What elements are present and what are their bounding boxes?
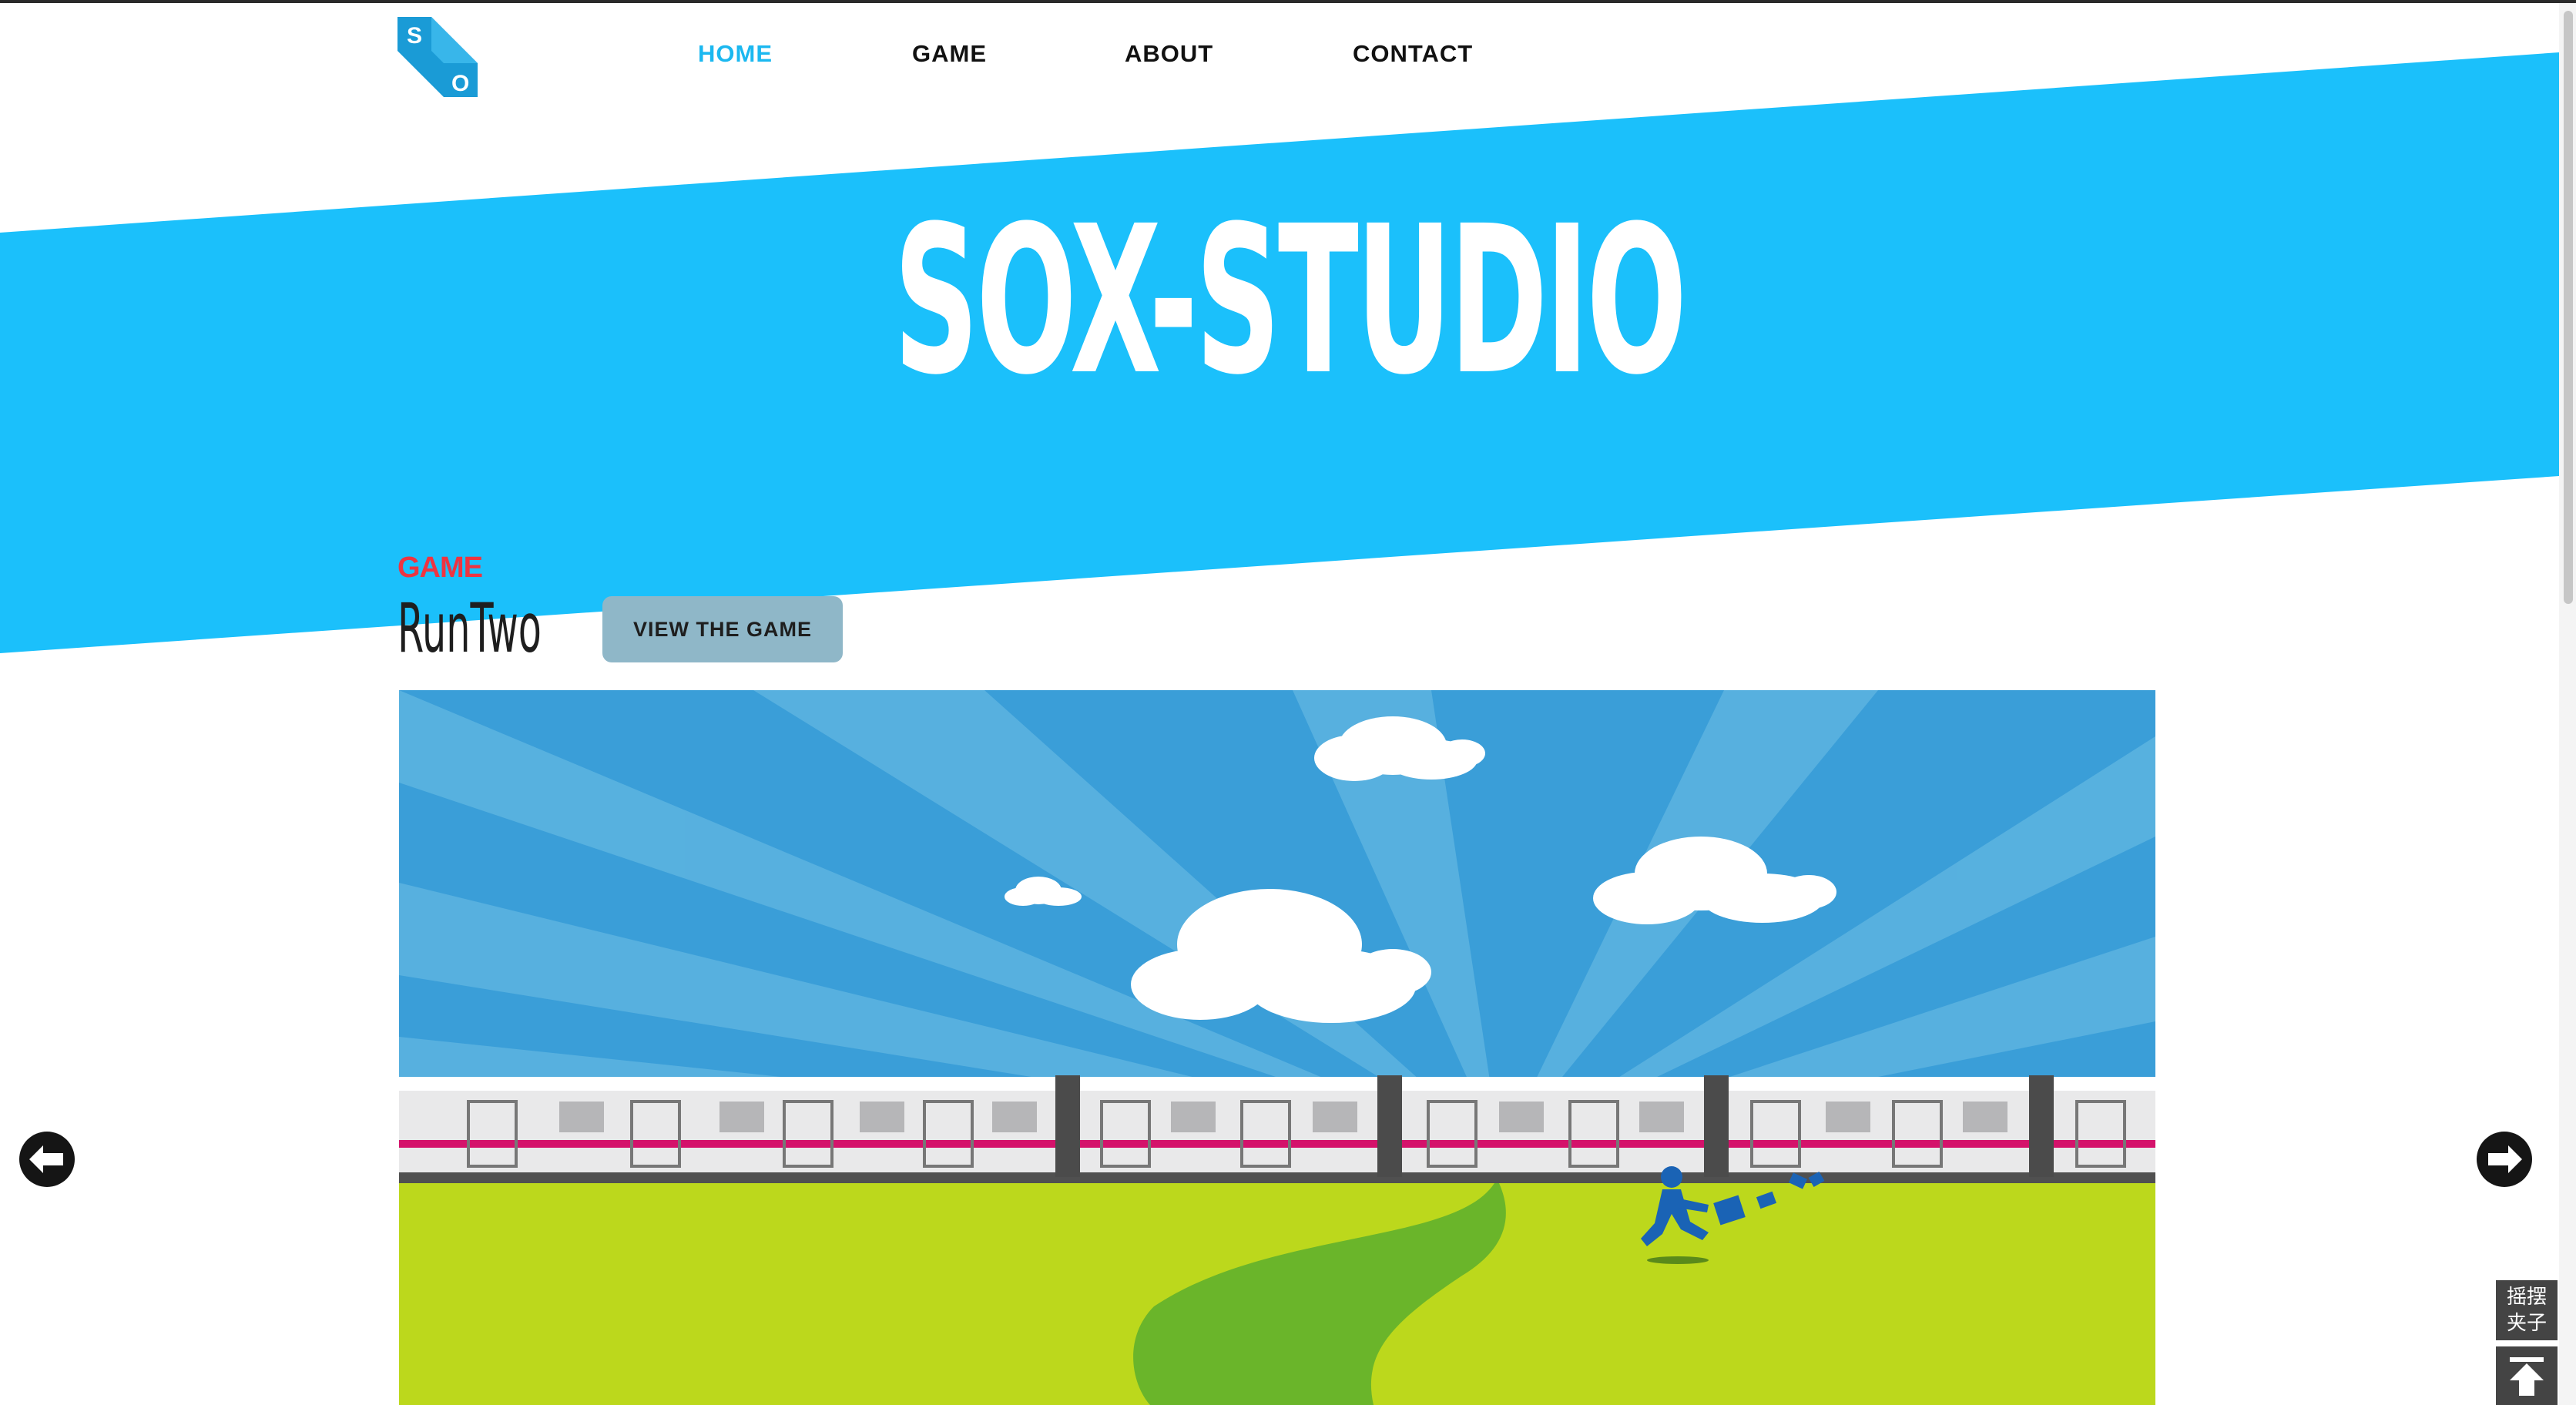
logo-letter-o: O bbox=[451, 71, 469, 96]
carousel-next-button[interactable] bbox=[2474, 1129, 2534, 1189]
scrollbar-thumb[interactable] bbox=[2564, 11, 2573, 604]
nav-home[interactable]: HOME bbox=[698, 40, 773, 68]
carousel-prev-button[interactable] bbox=[17, 1129, 77, 1189]
hero-title: SOX-STUDIO bbox=[894, 183, 1687, 420]
sox-logo[interactable]: S O bbox=[397, 17, 478, 97]
back-to-top-button[interactable] bbox=[2496, 1346, 2558, 1405]
nav-contact[interactable]: CONTACT bbox=[1353, 40, 1473, 68]
section-kicker: GAME bbox=[397, 552, 483, 584]
view-game-button[interactable]: VIEW THE GAME bbox=[602, 596, 843, 662]
logo-letter-s: S bbox=[407, 23, 422, 49]
floating-tool-label[interactable]: 摇摆 夹子 bbox=[2496, 1280, 2558, 1340]
game-screenshot-slide[interactable] bbox=[399, 690, 2155, 1405]
game-title: RunTwo bbox=[397, 588, 542, 668]
nav-about[interactable]: ABOUT bbox=[1125, 40, 1213, 68]
floating-tool-text: 摇摆 夹子 bbox=[2506, 1285, 2547, 1334]
nav-game[interactable]: GAME bbox=[912, 40, 987, 68]
runtwo-game-art bbox=[399, 690, 2155, 1405]
